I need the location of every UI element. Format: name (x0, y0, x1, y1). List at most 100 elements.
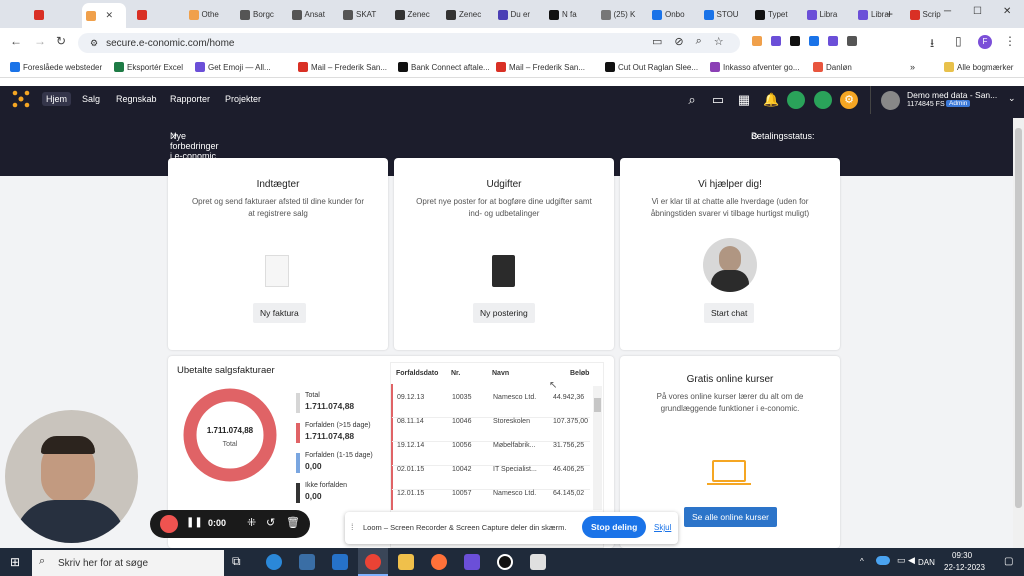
page-scrollbar[interactable] (1013, 118, 1024, 548)
mail-icon[interactable] (332, 554, 348, 570)
browser-tab[interactable] (133, 5, 182, 24)
bookmark-item[interactable]: Eksportér Excel (114, 62, 183, 72)
browser-tab[interactable]: (25) K (597, 5, 646, 24)
settings-icon[interactable]: ⚙ (840, 91, 858, 109)
clock-date[interactable]: 22-12-2023 (944, 563, 985, 572)
network-icon[interactable]: ▭ (897, 555, 906, 566)
clock-time[interactable]: 09:30 (952, 551, 972, 560)
grid-icon[interactable]: ⁜ (247, 516, 256, 529)
browser-tab[interactable]: Libra (854, 5, 903, 24)
app-icon[interactable] (497, 554, 513, 570)
bookmark-item[interactable]: Mail – Frederik San... (496, 62, 585, 72)
close-tab-icon[interactable]: ✕ (106, 10, 114, 21)
minimize-icon[interactable]: ─ (944, 6, 951, 17)
browser-tab[interactable]: Ansat (288, 5, 337, 24)
more-bookmarks-icon[interactable]: » (910, 62, 915, 72)
bookmark-item[interactable]: Cut Out Raglan Slee... (605, 62, 698, 72)
bookmark-item[interactable]: Mail – Frederik San... (298, 62, 387, 72)
nav-projekter[interactable]: Projekter (221, 92, 265, 106)
browser-tab[interactable]: ✕ (81, 3, 126, 28)
e-conomic-logo[interactable] (12, 90, 30, 108)
new-tab-button[interactable]: + (886, 7, 893, 21)
all-courses-button[interactable]: Se alle online kurser (684, 507, 778, 527)
search-icon[interactable]: ⌕ (684, 92, 700, 108)
hide-button[interactable]: Skjul (654, 523, 671, 532)
browser-tab[interactable]: Borgc (236, 5, 285, 24)
firefox-icon[interactable] (431, 554, 447, 570)
forward-icon[interactable]: → (34, 34, 46, 48)
inbox-icon[interactable]: ▭ (710, 92, 726, 108)
volume-icon[interactable]: ◀ (908, 555, 915, 566)
bookmark-item[interactable]: Get Emoji — All... (195, 62, 271, 72)
column-header[interactable]: Navn (492, 370, 509, 377)
browser-tab[interactable]: Typet (751, 5, 800, 24)
browser-tab[interactable]: N fa (545, 5, 594, 24)
back-icon[interactable]: ← (10, 34, 22, 48)
start-chat-button[interactable]: Start chat (704, 303, 755, 323)
extension-icon[interactable] (828, 36, 838, 46)
nav-salg[interactable]: Salg (78, 92, 104, 106)
extension-icon[interactable] (809, 36, 819, 46)
taskbar-search-input[interactable]: Skriv her for at søge (32, 550, 224, 576)
new-invoice-button[interactable]: Ny faktura (253, 303, 306, 323)
table-row[interactable]: 02.01.15 10042 IT Specialist... 46.406,25 (392, 466, 590, 490)
stop-sharing-button[interactable]: Stop deling (582, 516, 647, 538)
column-header[interactable]: Forfaldsdato (396, 370, 438, 377)
nav-regnskab[interactable]: Regnskab (112, 92, 161, 106)
browser-tab[interactable]: Du er (494, 5, 543, 24)
camera-icon[interactable]: ▭ (652, 35, 662, 48)
url-input[interactable]: ⚙ secure.e-conomic.com/home (78, 33, 740, 53)
edge-icon[interactable] (266, 554, 282, 570)
task-view-icon[interactable]: ⧉ (232, 554, 248, 570)
extension-icon[interactable] (752, 36, 762, 46)
notification-icon[interactable]: ▢ (1004, 556, 1013, 567)
sidepanel-icon[interactable]: ▯ (955, 34, 962, 48)
user-name[interactable]: Demo med data - San... (907, 90, 997, 100)
browser-tab[interactable]: Libra (803, 5, 852, 24)
webcam-bubble[interactable] (5, 410, 138, 543)
reload-icon[interactable]: ↻ (56, 34, 66, 48)
language-indicator[interactable]: DAN (918, 558, 935, 567)
extension-icon[interactable] (771, 36, 781, 46)
table-row[interactable]: 12.01.15 10057 Namesco Ltd. 64.145,02 (392, 490, 590, 514)
pause-icon[interactable]: ❚❚ (186, 517, 203, 528)
close-window-icon[interactable]: ✕ (1003, 6, 1011, 17)
zoom-icon[interactable]: ⌕ (696, 35, 702, 48)
chrome-icon[interactable] (365, 554, 381, 570)
table-scrollbar[interactable] (593, 386, 602, 510)
onedrive-icon[interactable] (876, 556, 890, 565)
column-header[interactable]: Beløb (570, 370, 589, 377)
new-posting-button[interactable]: Ny postering (473, 303, 535, 323)
puzzle-icon[interactable] (847, 36, 857, 46)
bookmark-item[interactable]: Inkasso afventer go... (710, 62, 800, 72)
table-row[interactable]: 08.11.14 10046 Storeskolen 107.375,00 (392, 418, 590, 442)
nav-hjem[interactable]: Hjem (42, 92, 72, 106)
bookmark-item[interactable]: Danløn (813, 62, 852, 72)
table-row[interactable]: 09.12.13 10035 Namesco Ltd. 44.942,36 (392, 394, 590, 418)
store-icon[interactable] (299, 554, 315, 570)
book-icon[interactable] (814, 91, 832, 109)
browser-tab[interactable]: Othe (185, 5, 234, 24)
star-icon[interactable]: ☆ (714, 35, 724, 48)
bookmark-item[interactable]: Foreslåede websteder (10, 62, 102, 72)
browser-tab[interactable] (30, 5, 79, 24)
table-row[interactable]: 19.12.14 10056 Møbelfabrik... 31.756,25 (392, 442, 590, 466)
chat-icon[interactable] (787, 91, 805, 109)
download-icon[interactable]: ⭳ (930, 34, 934, 55)
chevron-down-icon[interactable]: ⌄ (1008, 93, 1016, 104)
loom-icon[interactable] (464, 554, 480, 570)
maximize-icon[interactable]: ☐ (973, 6, 982, 17)
tray-chevron-icon[interactable]: ^ (860, 557, 864, 566)
browser-tab[interactable]: Zenec (442, 5, 491, 24)
browser-tab[interactable]: SKAT (339, 5, 388, 24)
browser-tab[interactable]: Onbo (648, 5, 697, 24)
eye-off-icon[interactable]: ⊘ (674, 35, 683, 48)
drag-handle-icon[interactable]: ⁞ (351, 522, 354, 532)
browser-tab[interactable]: Zenec (391, 5, 440, 24)
all-bookmarks[interactable]: Alle bogmærker (944, 62, 1013, 72)
stop-recording-icon[interactable] (160, 515, 178, 533)
folder-icon[interactable] (398, 554, 414, 570)
column-header[interactable]: Nr. (451, 370, 460, 377)
restart-icon[interactable]: ↺ (266, 516, 275, 529)
nav-rapporter[interactable]: Rapporter (166, 92, 214, 106)
